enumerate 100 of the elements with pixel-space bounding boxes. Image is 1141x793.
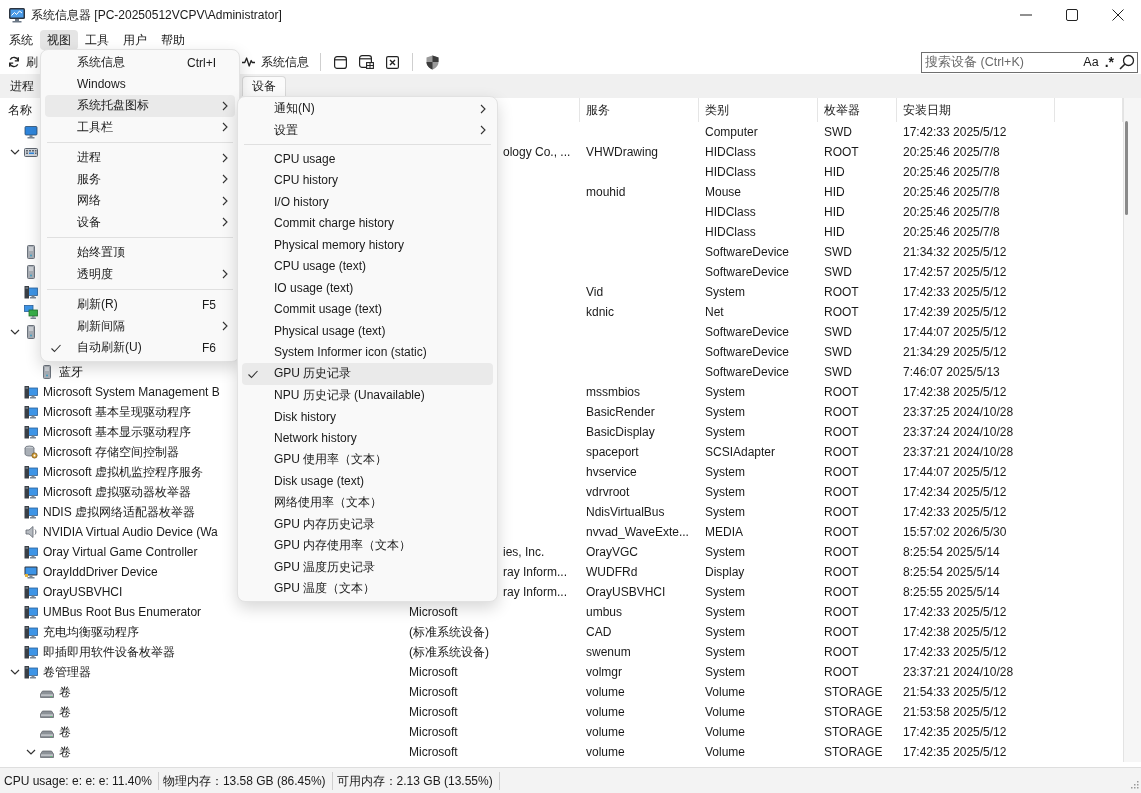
resize-grip-icon[interactable] xyxy=(1131,780,1139,789)
enumerator-name: SWD xyxy=(824,244,852,260)
menu-item[interactable]: GPU 内存历史记录 xyxy=(242,513,493,535)
menu-item[interactable]: Physical usage (text) xyxy=(242,320,493,342)
column-header[interactable]: 枚举器 xyxy=(824,101,860,119)
install-date: 21:34:29 2025/5/12 xyxy=(903,344,1007,360)
menu-item[interactable]: Commit usage (text) xyxy=(242,298,493,320)
service-name: volmgr xyxy=(586,664,622,680)
chevron-down-icon[interactable] xyxy=(10,328,20,336)
tower-icon xyxy=(24,245,38,259)
menubar-item[interactable]: 工具 xyxy=(78,30,116,50)
menu-item[interactable]: 进程 xyxy=(45,147,235,169)
menu-item[interactable]: Disk usage (text) xyxy=(242,470,493,492)
menu-item[interactable]: 通知(N) xyxy=(242,98,493,120)
enumerator-name: ROOT xyxy=(824,304,859,320)
install-date: 17:42:33 2025/5/12 xyxy=(903,504,1007,520)
toggle-button[interactable]: Aa xyxy=(1081,55,1101,69)
scrollbar[interactable] xyxy=(1123,98,1141,762)
device-class: SCSIAdapter xyxy=(705,444,776,460)
toolbar-button[interactable]: 系统信息 xyxy=(238,51,313,73)
menu-item[interactable]: Network history xyxy=(242,427,493,449)
device-class: System xyxy=(705,644,745,660)
menu-item[interactable]: 服务 xyxy=(45,168,235,190)
keyboard-icon xyxy=(24,145,38,159)
shield-icon[interactable] xyxy=(426,54,439,70)
install-date: 21:34:32 2025/5/12 xyxy=(903,244,1007,260)
enumerator-name: STORAGE xyxy=(824,744,883,760)
column-header[interactable]: 名称 xyxy=(8,101,32,119)
company-name: ies, Inc. xyxy=(503,544,545,560)
enumerator-name: SWD xyxy=(824,264,852,280)
menu-item[interactable]: GPU 使用率（文本） xyxy=(242,449,493,471)
menu-item[interactable]: Physical memory history xyxy=(242,234,493,256)
scrollbar-thumb[interactable] xyxy=(1125,121,1128,215)
menu-item[interactable]: CPU usage xyxy=(242,148,493,170)
company-name: (标准系统设备) xyxy=(409,644,489,660)
menu-item[interactable]: System Informer icon (static) xyxy=(242,341,493,363)
menu-item[interactable]: NPU 历史记录 (Unavailable) xyxy=(242,384,493,406)
minimize-icon xyxy=(1020,14,1032,16)
window-title: 系统信息器 [PC-20250512VCPV\Administrator] xyxy=(31,6,282,24)
menu-item[interactable]: 工具栏 xyxy=(45,116,235,138)
window-icon[interactable] xyxy=(334,55,347,69)
menu-item[interactable]: GPU 内存使用率（文本） xyxy=(242,535,493,557)
monitor-tower-icon xyxy=(24,465,38,479)
column-header[interactable]: 安装日期 xyxy=(903,101,951,119)
menu-item[interactable]: 设置 xyxy=(242,119,493,141)
window-grid-icon[interactable] xyxy=(359,55,374,69)
menu-item[interactable]: GPU 温度（文本） xyxy=(242,578,493,600)
search-field[interactable]: 搜索设备 (Ctrl+K) Aa .* xyxy=(921,51,1138,73)
menu-item[interactable]: CPU usage (text) xyxy=(242,255,493,277)
menubar-item[interactable]: 系统 xyxy=(2,30,40,50)
menubar-item[interactable]: 帮助 xyxy=(154,30,192,50)
device-class: Volume xyxy=(705,704,746,720)
device-class: MEDIA xyxy=(705,524,743,540)
menu-item[interactable]: IO usage (text) xyxy=(242,277,493,299)
menu-item[interactable]: 设备 xyxy=(45,211,235,233)
device-name: 卷 xyxy=(59,744,71,760)
close-box-icon[interactable] xyxy=(386,55,399,69)
menubar-item[interactable]: 视图 xyxy=(40,30,78,50)
monitor-tower-icon xyxy=(24,545,38,559)
enumerator-name: ROOT xyxy=(824,404,859,420)
device-name: 即插即用软件设备枚举器 xyxy=(43,644,175,660)
menu-item[interactable]: Commit charge history xyxy=(242,212,493,234)
service-name: BasicDisplay xyxy=(586,424,655,440)
menu-item[interactable]: GPU 历史记录 xyxy=(242,363,493,385)
enumerator-name: SWD xyxy=(824,324,852,340)
column-header[interactable]: 服务 xyxy=(586,101,610,119)
enumerator-name: ROOT xyxy=(824,524,859,540)
menu-item[interactable]: 网络使用率（文本） xyxy=(242,492,493,514)
menu-item[interactable]: 刷新间隔 xyxy=(45,315,235,337)
device-class: System xyxy=(705,404,745,420)
chevron-down-icon[interactable] xyxy=(10,148,20,156)
menu-item[interactable]: 自动刷新(U) F6 xyxy=(45,337,235,359)
menu-item[interactable]: 系统托盘图标 xyxy=(45,95,235,117)
service-name: WUDFRd xyxy=(586,564,638,580)
menubar-item[interactable]: 用户 xyxy=(116,30,154,50)
chevron-down-icon[interactable] xyxy=(26,748,36,756)
menu-item[interactable]: I/O history xyxy=(242,191,493,213)
monitor-tower-icon xyxy=(24,285,38,299)
device-class: System xyxy=(705,604,745,620)
menu-item[interactable]: 始终置顶 xyxy=(45,242,235,264)
menu-item[interactable]: GPU 温度历史记录 xyxy=(242,556,493,578)
toolbar-button[interactable]: 刷 xyxy=(4,51,38,73)
column-header[interactable]: 类别 xyxy=(705,101,729,119)
menu-item[interactable]: 系统信息 Ctrl+I xyxy=(45,52,235,74)
status-text: 可用内存：2.13 GB (13.55%) xyxy=(332,771,500,790)
device-name: Microsoft 虚拟驱动器枚举器 xyxy=(43,484,191,500)
toggle-button[interactable]: .* xyxy=(1102,54,1116,70)
device-class: System xyxy=(705,504,745,520)
menu-item[interactable]: Windows xyxy=(45,73,235,95)
menu-item[interactable]: CPU history xyxy=(242,169,493,191)
device-class: System xyxy=(705,384,745,400)
tab[interactable]: 进程 xyxy=(0,76,44,96)
chevron-down-icon[interactable] xyxy=(10,668,20,676)
menu-item[interactable]: 透明度 xyxy=(45,263,235,285)
menu-item[interactable]: Disk history xyxy=(242,406,493,428)
service-name: kdnic xyxy=(586,304,614,320)
menu-item[interactable]: 刷新(R) F5 xyxy=(45,294,235,316)
search-icon[interactable] xyxy=(1119,54,1135,70)
menu-item[interactable]: 网络 xyxy=(45,190,235,212)
tab[interactable]: 设备 xyxy=(242,76,286,96)
